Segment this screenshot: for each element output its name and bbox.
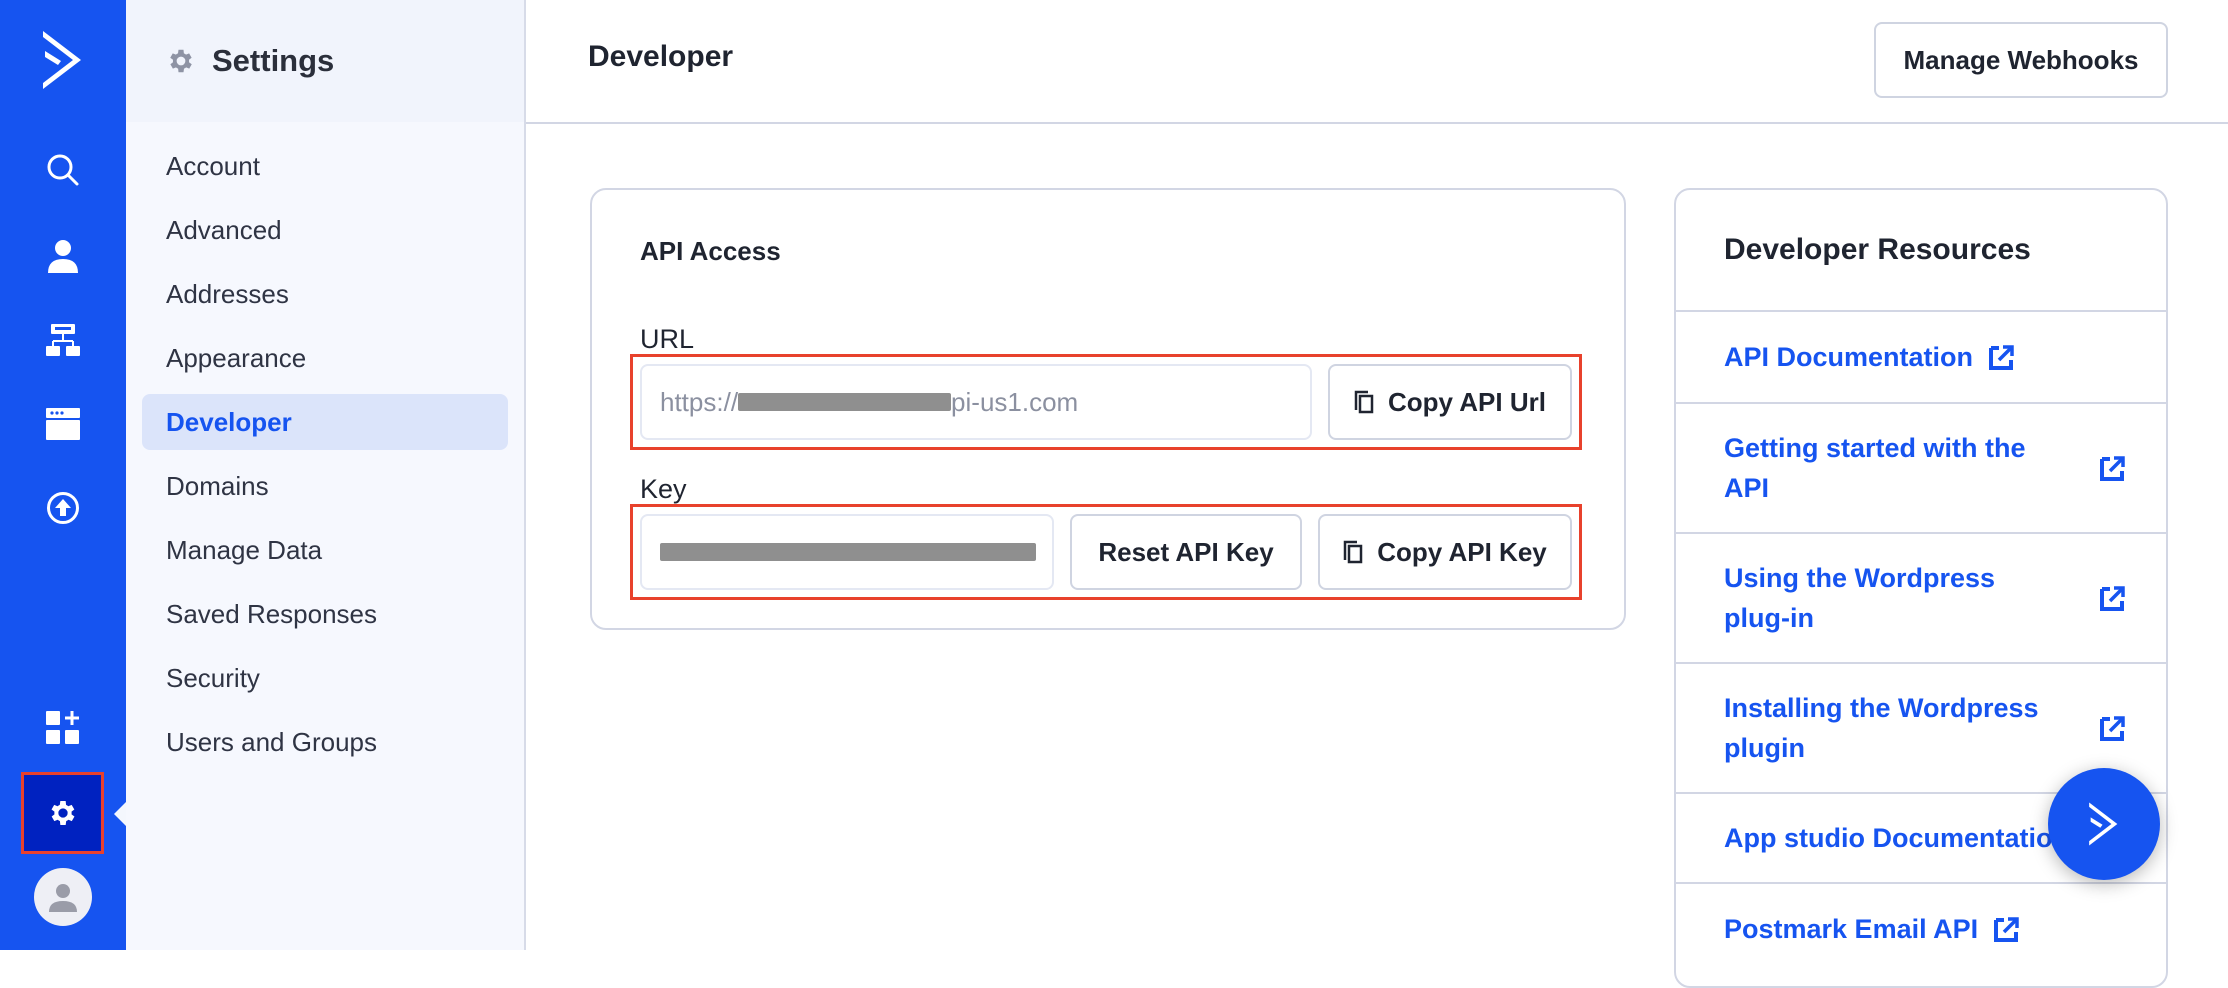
nav-item-manage-data[interactable]: Manage Data [142, 522, 508, 578]
api-key-field[interactable] [640, 514, 1054, 590]
copy-icon [1343, 540, 1363, 564]
main-content: Developer Manage Webhooks API Access URL… [526, 0, 2228, 988]
nav-item-users-and-groups[interactable]: Users and Groups [142, 714, 508, 770]
external-link-icon [1994, 917, 2019, 942]
external-link-icon [2100, 456, 2125, 481]
resource-link-api-documentation[interactable]: API Documentation [1676, 312, 2166, 404]
nav-item-account[interactable]: Account [142, 138, 508, 194]
api-url-field[interactable]: https:// pi-us1.com [640, 364, 1312, 440]
copy-api-key-label: Copy API Key [1377, 536, 1547, 567]
nav-item-addresses[interactable]: Addresses [142, 266, 508, 322]
logo-icon[interactable] [0, 28, 126, 92]
url-label: URL [640, 324, 695, 354]
copy-api-url-button[interactable]: Copy API Url [1328, 364, 1572, 440]
resource-link-label: App studio Documentation [1724, 823, 2069, 853]
nav-item-advanced[interactable]: Advanced [142, 202, 508, 258]
gear-icon [51, 801, 74, 825]
page-title: Developer [588, 40, 734, 73]
gear-icon [170, 49, 192, 73]
resource-link-label: Getting started with the API [1724, 433, 2026, 503]
nav-item-appearance[interactable]: Appearance [142, 330, 508, 386]
upload-circle-icon[interactable] [0, 488, 126, 528]
settings-sidebar: Settings Account Advanced Addresses Appe… [126, 0, 526, 950]
url-prefix: https:// [660, 386, 739, 417]
url-suffix: pi-us1.com [951, 386, 1079, 417]
resource-link-label: Postmark Email API [1724, 914, 1979, 944]
copy-icon [1354, 390, 1374, 414]
key-label: Key [640, 474, 687, 504]
active-pointer [114, 802, 126, 826]
settings-header: Settings [126, 0, 524, 122]
settings-rail-button[interactable] [21, 772, 104, 854]
api-access-title: API Access [640, 236, 781, 266]
reset-api-key-button[interactable]: Reset API Key [1070, 514, 1302, 590]
avatar[interactable] [34, 868, 92, 926]
sitemap-icon[interactable] [0, 320, 126, 360]
resource-link-postmark-email-api[interactable]: Postmark Email API [1676, 884, 2166, 974]
external-link-icon [2100, 586, 2125, 611]
resource-link-label: Using the Wordpress plug-in [1724, 563, 1996, 633]
avatar-icon [49, 884, 77, 912]
apps-add-icon[interactable] [0, 708, 126, 748]
person-icon[interactable] [0, 236, 126, 276]
icon-rail [0, 0, 126, 950]
resource-link-label: Installing the Wordpress plugin [1724, 693, 2039, 763]
resource-link-using-wordpress-plugin[interactable]: Using the Wordpress plug-in [1676, 534, 2166, 664]
activecampaign-logo-icon [2089, 802, 2118, 846]
search-icon[interactable] [0, 150, 126, 190]
redacted-key [660, 543, 1036, 561]
settings-nav: Account Advanced Addresses Appearance De… [126, 122, 524, 770]
assistant-fab-button[interactable] [2048, 768, 2160, 880]
manage-webhooks-button[interactable]: Manage Webhooks [1874, 22, 2168, 98]
resources-title: Developer Resources [1676, 190, 2166, 312]
nav-item-saved-responses[interactable]: Saved Responses [142, 586, 508, 642]
external-link-icon [1989, 345, 2014, 370]
api-access-card: API Access URL https:// pi-us1.com Copy A… [590, 188, 1626, 630]
resource-link-getting-started[interactable]: Getting started with the API [1676, 404, 2166, 534]
copy-api-key-button[interactable]: Copy API Key [1318, 514, 1572, 590]
nav-item-security[interactable]: Security [142, 650, 508, 706]
nav-item-developer[interactable]: Developer [142, 394, 508, 450]
redacted-text [738, 393, 952, 411]
external-link-icon [2100, 716, 2125, 741]
nav-item-domains[interactable]: Domains [142, 458, 508, 514]
resource-link-label: API Documentation [1724, 342, 1974, 372]
browser-window-icon[interactable] [0, 404, 126, 444]
copy-api-url-label: Copy API Url [1388, 386, 1546, 417]
settings-title: Settings [212, 43, 335, 78]
page-header: Developer Manage Webhooks [526, 0, 2228, 124]
